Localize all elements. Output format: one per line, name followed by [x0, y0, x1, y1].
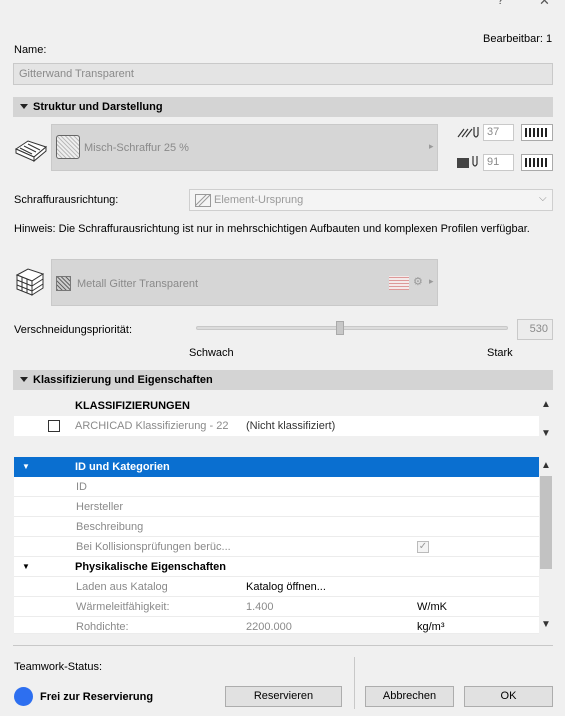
collapse-triangle-icon — [20, 104, 28, 109]
priority-value: 530 — [529, 323, 548, 335]
pen-top-swatch[interactable] — [521, 124, 553, 141]
property-row[interactable]: Rohdichte: 2200.000 kg/m³ — [14, 617, 539, 634]
material-selector[interactable]: Metall Gitter Transparent ⚙ ▸ — [51, 259, 438, 306]
pen-bottom-swatch[interactable] — [521, 154, 553, 171]
close-icon[interactable]: ✕ — [539, 0, 550, 9]
property-row[interactable]: Bei Kollisionsprüfungen berüc... ✓ — [14, 537, 539, 557]
property-row[interactable]: Hersteller — [14, 497, 539, 517]
section-structure[interactable]: Struktur und Darstellung — [13, 97, 553, 117]
priority-label: Verschneidungspriorität: — [14, 324, 133, 336]
property-unit: kg/m³ — [417, 621, 445, 633]
priority-input[interactable]: 530 — [517, 319, 553, 340]
reserve-button[interactable]: Reservieren — [225, 686, 342, 707]
catalog-link[interactable]: Katalog öffnen... — [246, 577, 326, 597]
property-value: 1.400 — [246, 601, 274, 613]
building-material-icon — [15, 268, 45, 296]
material-name: Metall Gitter Transparent — [77, 278, 199, 290]
pen-bottom-input[interactable]: 91 — [483, 154, 514, 171]
material-texture-swatch — [389, 276, 409, 290]
cancel-button[interactable]: Abbrechen — [365, 686, 454, 707]
material-swatch — [56, 276, 71, 291]
classification-table: KLASSIFIZIERUNGEN ARCHICAD Klassifizieru… — [14, 397, 539, 443]
classification-checkbox[interactable] — [48, 420, 60, 432]
status-indicator-icon — [14, 687, 33, 706]
classification-row[interactable]: ARCHICAD Klassifizierung - 22 (Nicht kla… — [14, 416, 539, 436]
orientation-value: Element-Ursprung — [214, 194, 304, 206]
teamwork-status-label: Teamwork-Status: — [14, 661, 103, 673]
classification-scroll-down-icon[interactable]: ▼ — [539, 427, 553, 441]
property-row[interactable]: Laden aus Katalog Katalog öffnen... — [14, 577, 539, 597]
property-group-physical[interactable]: ▼ Physikalische Eigenschaften — [14, 557, 539, 577]
property-value: 2200.000 — [246, 621, 292, 633]
classification-header: KLASSIFIZIERUNGEN — [75, 400, 190, 412]
property-row[interactable]: Wärmeleitfähigkeit: 1.400 W/mK — [14, 597, 539, 617]
name-input-value: Gitterwand Transparent — [19, 68, 134, 80]
name-label: Name: — [14, 44, 47, 56]
teamwork-status-text: Frei zur Reservierung — [40, 691, 154, 703]
orientation-label: Schraffurausrichtung: — [14, 194, 119, 206]
property-group-id-title: ID und Kategorien — [75, 461, 170, 473]
property-group-physical-title: Physikalische Eigenschaften — [75, 561, 227, 573]
section-classification-title: Klassifizierung und Eigenschaften — [33, 374, 213, 386]
property-name: Beschreibung — [76, 521, 144, 533]
fill-arrow-icon: ▸ — [429, 141, 434, 151]
property-unit: W/mK — [417, 601, 447, 613]
classification-value: (Nicht klassifiziert) — [246, 420, 336, 432]
material-arrow-icon: ▸ — [429, 276, 434, 286]
fill-type-icon — [14, 140, 48, 163]
property-name: Bei Kollisionsprüfungen berüc... — [76, 541, 231, 553]
classification-scroll-up-icon[interactable]: ▲ — [539, 398, 553, 412]
help-icon[interactable]: ? — [497, 0, 504, 7]
collision-checkbox[interactable]: ✓ — [417, 541, 429, 553]
chevron-down-icon: ⌵ — [539, 193, 547, 204]
editable-count: Bearbeitbar: 1 — [483, 33, 553, 45]
property-name: Laden aus Katalog — [76, 581, 168, 593]
property-name: Hersteller — [76, 501, 124, 513]
pen-top-input[interactable]: 37 — [483, 124, 514, 141]
properties-scroll-thumb[interactable] — [540, 476, 552, 569]
priority-strong-label: Stark — [487, 347, 513, 359]
priority-weak-label: Schwach — [189, 347, 234, 359]
property-group-id[interactable]: ▼ ID und Kategorien — [14, 457, 539, 477]
pen-top-value: 37 — [487, 126, 500, 138]
properties-scroll-down-icon[interactable]: ▼ — [539, 618, 553, 632]
fill-swatch — [56, 135, 80, 159]
footer-vertical-divider — [354, 657, 355, 709]
orientation-hatch-icon — [195, 194, 211, 207]
classification-system: ARCHICAD Klassifizierung - 22 — [75, 420, 229, 432]
property-name: Wärmeleitfähigkeit: — [76, 601, 170, 613]
name-input[interactable]: Gitterwand Transparent — [13, 63, 553, 85]
pen-bottom-value: 91 — [487, 156, 500, 168]
priority-slider-track[interactable] — [196, 326, 508, 330]
hatch-pen-icon — [457, 127, 479, 138]
collapse-triangle-icon — [20, 377, 28, 382]
collapse-triangle-icon: ▼ — [22, 462, 30, 471]
fill-name: Misch-Schraffur 25 % — [84, 142, 189, 154]
orientation-dropdown[interactable]: Element-Ursprung ⌵ — [189, 189, 553, 211]
orientation-hint: Hinweis: Die Schraffurausrichtung ist nu… — [14, 223, 530, 235]
property-name: Rohdichte: — [76, 621, 129, 633]
material-settings-icon: ⚙ — [413, 276, 423, 288]
property-name: ID — [76, 481, 87, 493]
priority-slider-thumb[interactable] — [335, 321, 344, 335]
properties-scroll-up-icon[interactable]: ▲ — [539, 459, 553, 473]
property-row[interactable]: Beschreibung — [14, 517, 539, 537]
property-row[interactable]: ID — [14, 477, 539, 497]
footer-divider — [13, 645, 553, 646]
section-structure-title: Struktur und Darstellung — [33, 101, 163, 113]
background-pen-icon — [457, 156, 478, 168]
ok-button[interactable]: OK — [464, 686, 553, 707]
collapse-triangle-icon: ▼ — [22, 562, 30, 571]
section-classification[interactable]: Klassifizierung und Eigenschaften — [13, 370, 553, 390]
fill-selector[interactable]: Misch-Schraffur 25 % ▸ — [51, 124, 438, 171]
